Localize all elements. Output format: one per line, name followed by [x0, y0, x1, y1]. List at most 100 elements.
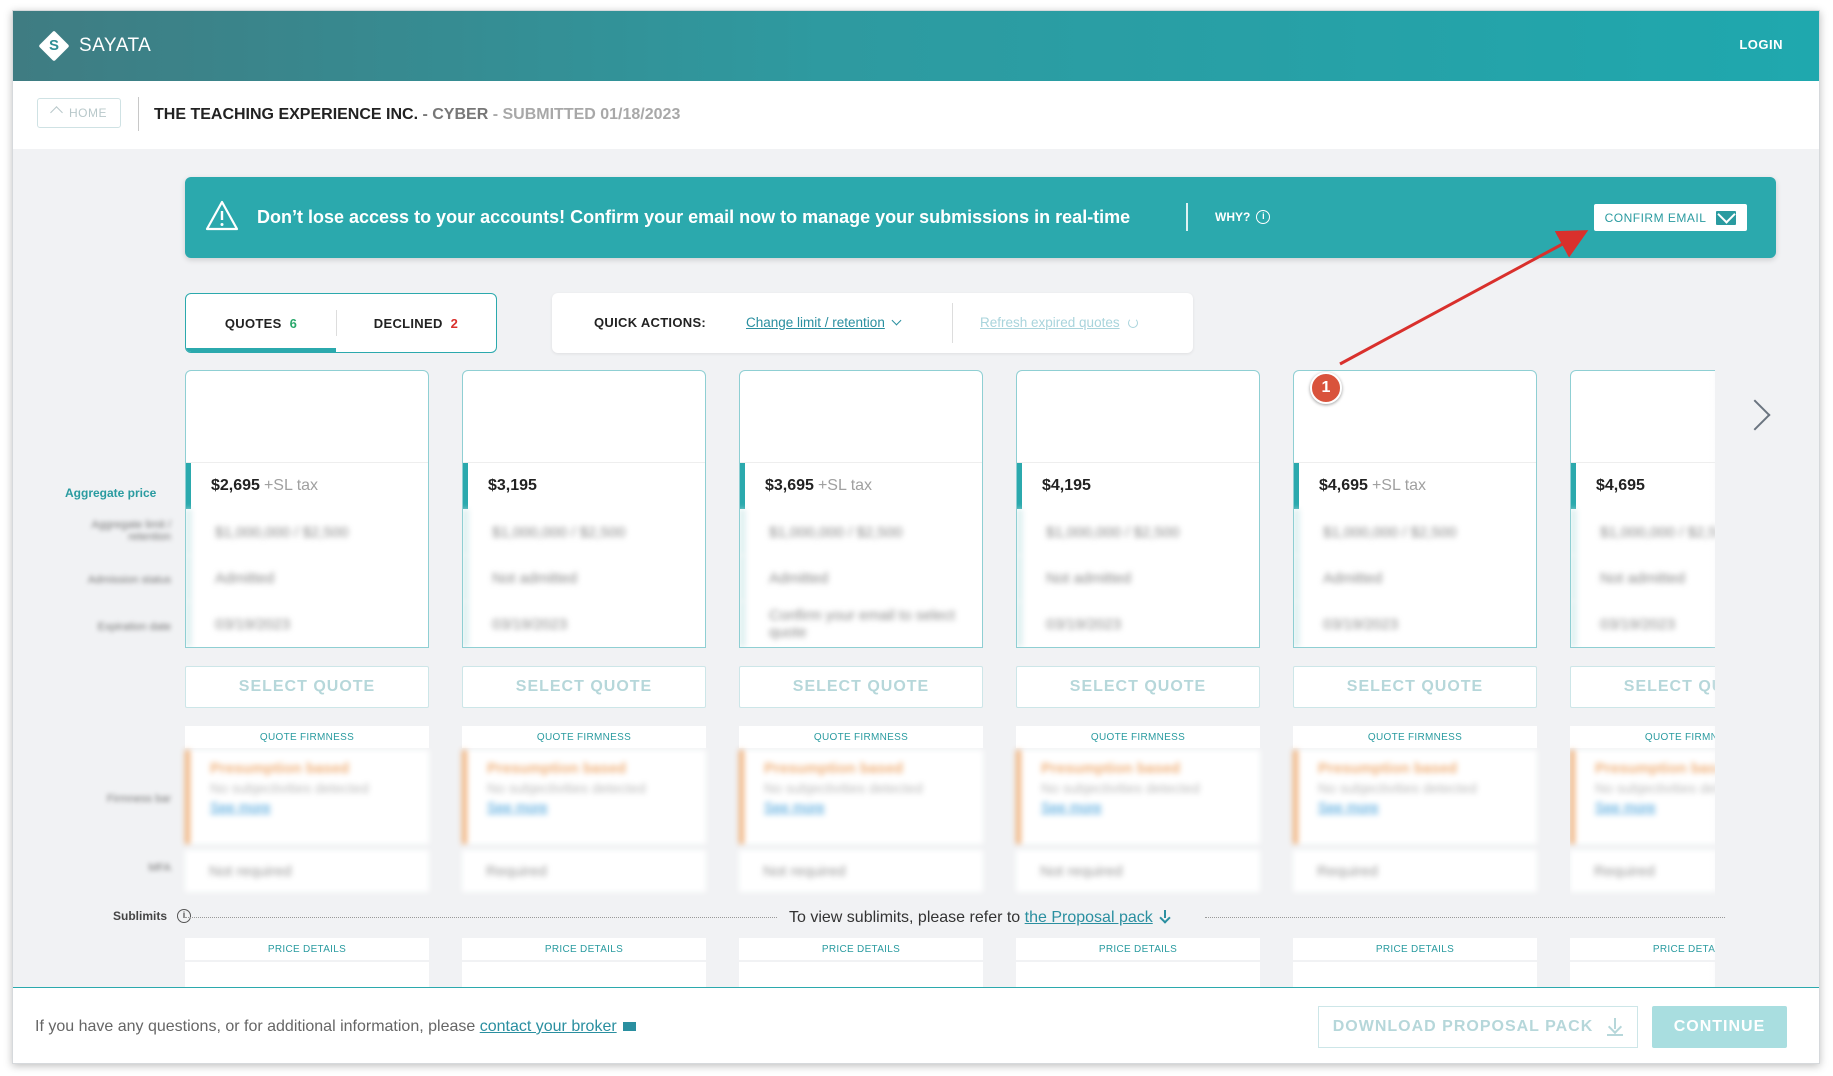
select-quote-button[interactable]: SELECT QUOTE	[1293, 666, 1537, 708]
select-quote-button[interactable]: SELECT QUOTE	[1016, 666, 1260, 708]
firmness-detail: No subjectivities detected	[1041, 780, 1200, 796]
firmness-detail: No subjectivities detected	[1595, 780, 1715, 796]
firmness-box: Presumption based No subjectivities dete…	[739, 750, 983, 844]
expiration-date: 03/19/2023	[186, 601, 428, 647]
refresh-icon	[1127, 318, 1138, 328]
firmness-box: Presumption based No subjectivities dete…	[1293, 750, 1537, 844]
firmness-detail: No subjectivities detected	[210, 780, 369, 796]
footer-help-text: If you have any questions, or for additi…	[35, 1018, 480, 1035]
next-arrow-icon[interactable]	[1739, 399, 1771, 431]
breadcrumb: HOME THE TEACHING EXPERIENCE INC. - CYBE…	[13, 81, 1819, 149]
aggregate-price: $3,195	[463, 463, 705, 509]
mfa-status: Not required	[739, 850, 983, 892]
firmness-box: Presumption based No subjectivities dete…	[462, 750, 706, 844]
quote-card: $4,695 $1,000,000 / $2,500 Not admitted …	[1570, 370, 1715, 1030]
home-button[interactable]: HOME	[37, 98, 121, 128]
see-more-link[interactable]: See more	[1041, 799, 1240, 815]
refresh-label: Refresh expired quotes	[980, 315, 1120, 330]
firmness-type: Presumption based	[764, 760, 904, 777]
footer-help: If you have any questions, or for additi…	[35, 1018, 636, 1036]
firmness-detail: No subjectivities detected	[764, 780, 923, 796]
select-quote-button[interactable]: SELECT QUOTE	[1570, 666, 1715, 708]
aggregate-limit: $1,000,000 / $2,500	[463, 509, 705, 555]
see-more-link[interactable]: See more	[210, 799, 409, 815]
confirm-email-button[interactable]: CONFIRM EMAIL	[1594, 204, 1747, 231]
price-details-header: PRICE DETAILS	[185, 938, 429, 960]
line-of-business: - CYBER	[418, 106, 489, 123]
carrier-logo-area	[186, 371, 428, 463]
see-more-link[interactable]: See more	[764, 799, 963, 815]
proposal-pack-link[interactable]: the Proposal pack	[1025, 909, 1153, 926]
submission-status: - SUBMITTED 01/18/2023	[488, 106, 681, 123]
firmness-type: Presumption based	[1318, 760, 1458, 777]
mfa-status: Required	[462, 850, 706, 892]
select-quote-button[interactable]: SELECT QUOTE	[185, 666, 429, 708]
see-more-link[interactable]: See more	[487, 799, 686, 815]
select-quote-button[interactable]: SELECT QUOTE	[462, 666, 706, 708]
confirm-email-label: CONFIRM EMAIL	[1604, 210, 1707, 225]
firmness-box: Presumption based No subjectivities dete…	[1016, 750, 1260, 844]
admission-status: Not admitted	[463, 555, 705, 601]
quote-card-body[interactable]: $3,195 $1,000,000 / $2,500 Not admitted …	[462, 370, 706, 648]
price-value: $4,695	[1319, 477, 1368, 494]
login-link[interactable]: LOGIN	[1739, 37, 1783, 52]
change-limit-dropdown[interactable]: Change limit / retention	[746, 315, 902, 330]
refresh-expired-quotes-link[interactable]: Refresh expired quotes	[980, 315, 1138, 330]
select-quote-button[interactable]: SELECT QUOTE	[739, 666, 983, 708]
home-label: HOME	[69, 106, 107, 120]
sayata-logo[interactable]: S SAYATA	[38, 30, 151, 62]
download-proposal-label: DOWNLOAD PROPOSAL PACK	[1332, 1018, 1594, 1035]
why-link[interactable]: WHY? i	[1215, 210, 1271, 224]
quote-tabs: QUOTES 6 DECLINED 2	[185, 293, 497, 353]
quote-card-body[interactable]: $4,195 $1,000,000 / $2,500 Not admitted …	[1016, 370, 1260, 648]
mfa-status: Required	[1570, 850, 1715, 892]
sublimits-note-text: To view sublimits, please refer to	[789, 909, 1025, 926]
price-value: $2,695	[211, 477, 260, 494]
firmness-type: Presumption based	[1041, 760, 1181, 777]
download-icon	[1159, 910, 1171, 923]
tab-declined[interactable]: DECLINED 2	[336, 294, 496, 352]
continue-button[interactable]: CONTINUE	[1652, 1006, 1787, 1048]
firmness-type: Presumption based	[210, 760, 350, 777]
quote-card-body[interactable]: $3,695 +SL tax $1,000,000 / $2,500 Admit…	[739, 370, 983, 648]
confirm-email-banner: Don’t lose access to your accounts! Conf…	[185, 177, 1776, 258]
change-limit-label: Change limit / retention	[746, 315, 885, 330]
cards-fade	[1709, 371, 1739, 991]
download-proposal-pack-button[interactable]: DOWNLOAD PROPOSAL PACK	[1318, 1006, 1638, 1048]
sublimits-dotted-line-left	[185, 917, 777, 918]
see-more-link[interactable]: See more	[1595, 799, 1715, 815]
contact-broker-link[interactable]: contact your broker	[480, 1018, 617, 1035]
quick-actions-label: QUICK ACTIONS:	[594, 315, 707, 330]
price-value: $3,195	[488, 477, 537, 494]
quote-firmness-header: QUOTE FIRMNESS	[462, 726, 706, 748]
expiration-date: 03/19/2023	[1294, 601, 1536, 647]
footer: If you have any questions, or for additi…	[13, 987, 1819, 1063]
quote-firmness-header: QUOTE FIRMNESS	[1570, 726, 1715, 748]
info-icon: i	[1256, 210, 1271, 224]
quote-card-body[interactable]: $4,695 $1,000,000 / $2,500 Not admitted …	[1570, 370, 1715, 648]
price-details-header: PRICE DETAILS	[1570, 938, 1715, 960]
mfa-status: Not required	[185, 850, 429, 892]
warning-icon	[205, 200, 239, 231]
expiration-date-label: Expiration date	[97, 621, 171, 633]
sublimits-info-icon[interactable]: i	[177, 909, 192, 923]
aggregate-limit: $1,000,000 / $2,500	[1294, 509, 1536, 555]
aggregate-limit: $1,000,000 / $2,500	[1017, 509, 1259, 555]
aggregate-price: $4,695	[1571, 463, 1715, 509]
admission-status: Admitted	[1294, 555, 1536, 601]
quote-firmness-header: QUOTE FIRMNESS	[1016, 726, 1260, 748]
price-details-header: PRICE DETAILS	[1016, 938, 1260, 960]
quote-card-body[interactable]: $2,695 +SL tax $1,000,000 / $2,500 Admit…	[185, 370, 429, 648]
see-more-link[interactable]: See more	[1318, 799, 1517, 815]
firmness-box: Presumption based No subjectivities dete…	[1570, 750, 1715, 844]
aggregate-price: $4,195	[1017, 463, 1259, 509]
carrier-logo-area	[1571, 371, 1715, 463]
logo-icon: S	[38, 30, 70, 62]
admission-status: Not admitted	[1571, 555, 1715, 601]
quote-card-body[interactable]: $4,695 +SL tax $1,000,000 / $2,500 Admit…	[1293, 370, 1537, 648]
app-window: S SAYATA LOGIN HOME THE TEACHING EXPERIE…	[12, 10, 1820, 1064]
firmness-detail: No subjectivities detected	[1318, 780, 1477, 796]
tab-quotes-label: QUOTES	[224, 315, 282, 331]
tab-quotes[interactable]: QUOTES 6	[186, 294, 336, 352]
sublimits-text: Sublimits	[113, 909, 168, 923]
